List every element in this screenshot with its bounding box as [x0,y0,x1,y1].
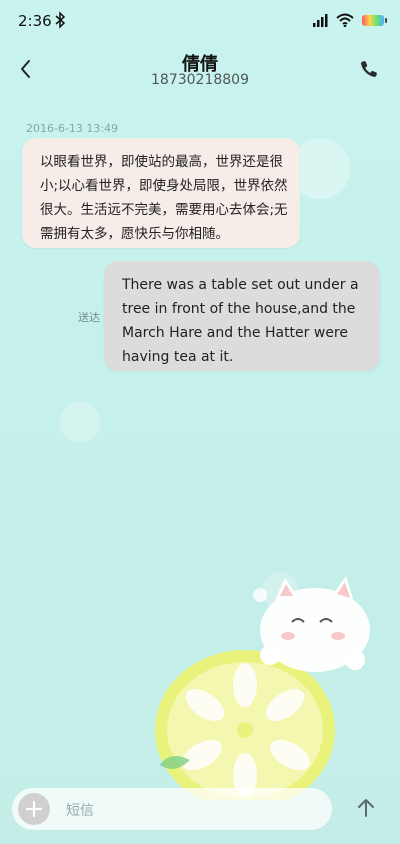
bluetooth-icon [55,11,66,29]
outgoing-message-bubble[interactable]: There was a table set out under a tree i… [104,261,380,371]
status-time: 2:36 [18,12,52,30]
status-bar: 2:36 [0,0,400,40]
outgoing-message-text: There was a table set out under a tree i… [122,277,359,365]
message-composer: 短信 [12,788,332,830]
cat-on-lime-illustration [155,576,370,800]
wifi-icon [336,13,354,27]
plus-icon [26,801,42,817]
phone-icon[interactable] [358,58,380,80]
conversation-header: 倩倩 18730218809 [0,44,400,94]
battery-icon [362,15,387,26]
signal-icon [313,14,328,27]
add-attachment-button[interactable] [18,793,50,825]
contact-number: 18730218809 [151,72,249,88]
incoming-message-bubble[interactable]: 以眼看世界，即使站的最高，世界还是很小;以心看世界，即使身处局限，世界依然很大。… [22,138,300,248]
delivery-status: 送达 [78,311,100,324]
incoming-message-text: 以眼看世界，即使站的最高，世界还是很小;以心看世界，即使身处局限，世界依然很大。… [40,154,288,242]
message-timestamp: 2016-6-13 13:49 [26,122,119,135]
send-arrow-up-icon[interactable] [354,796,378,820]
message-input[interactable]: 短信 [66,800,316,820]
